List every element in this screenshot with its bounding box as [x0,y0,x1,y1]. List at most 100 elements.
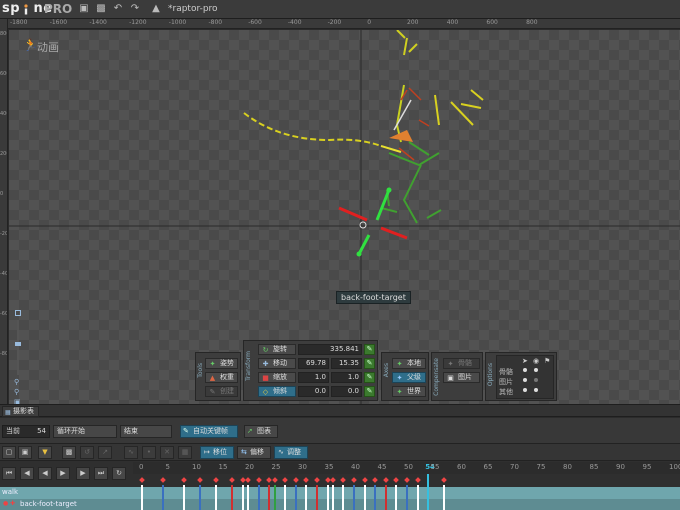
key-all-icon[interactable]: ▩ [62,446,76,459]
option-toggle[interactable] [523,378,527,382]
folder-icon[interactable]: ▣ [78,3,90,15]
keyframe-marker[interactable] [215,485,218,510]
keyframe-marker[interactable] [141,485,143,510]
zoom-handle[interactable] [15,342,21,346]
first-frame-icon[interactable]: ⏮ [2,467,16,480]
keyframe-marker[interactable] [273,485,276,510]
keyframe-marker[interactable] [284,485,287,510]
weights-button[interactable]: ▲ 权重 [205,372,238,383]
move-filter-button[interactable]: ↦ 移位 [200,446,234,459]
linear-icon[interactable]: ↗ [98,446,112,459]
axes-world-button[interactable]: ✦ 世界 [392,386,426,397]
scale-y-value[interactable]: 1.0 [331,372,362,383]
keyframe-marker[interactable] [305,485,308,510]
keyframe-marker[interactable] [294,485,297,510]
rotate-value[interactable]: 335.841 [298,344,362,355]
dopesheet-tab[interactable]: ▦ 摄影表 [2,406,39,417]
loop-start-button[interactable]: 循环开始 [53,425,117,438]
keyframe-marker[interactable] [416,485,419,510]
compensate-images-button[interactable]: ▣ 图片 [443,372,480,383]
rotate-key-button[interactable]: ✎ [364,344,375,355]
keyframe-marker[interactable] [183,485,186,510]
option-toggle[interactable] [534,378,538,382]
option-toggle[interactable] [534,388,538,392]
delete-key-icon[interactable]: ✕ [160,446,174,459]
trash-icon[interactable]: ▦ [178,446,192,459]
translate-y-value[interactable]: 15.35 [331,358,362,369]
axes-parent-button[interactable]: ✦ 父级 [392,372,426,383]
frame-number: 5 [165,463,170,471]
option-toggle[interactable] [523,368,527,372]
keyframe-marker[interactable] [406,485,408,510]
autokey-button[interactable]: ✎ 自动关键帧 [180,425,238,438]
loop-icon[interactable]: ↻ [112,467,126,480]
keyframe-marker[interactable] [331,485,334,510]
keyframe-marker[interactable] [231,485,234,510]
ruler-label: -200 [0,231,8,237]
prev-key-icon[interactable]: ◀ [20,467,34,480]
keyframe-marker[interactable] [353,485,355,510]
keyframe-marker[interactable] [443,485,446,510]
pose-button[interactable]: ✦ 姿势 [205,358,238,369]
copy-key-icon[interactable]: ▢ [2,446,16,459]
shear-x-value[interactable]: 0.0 [298,386,329,397]
bezier-icon[interactable]: • [142,446,156,459]
next-key-icon[interactable]: ▶ [76,467,90,480]
keyframe-marker[interactable] [247,485,249,510]
shear-key-button[interactable]: ✎ [364,386,375,397]
translate-button[interactable]: ✚ 移动 [258,358,296,369]
track-row-back-foot-target[interactable]: ● ✚ back-foot-target [0,499,680,510]
play-icon[interactable]: ▶ [56,467,70,480]
keyframe-marker[interactable] [315,485,318,510]
rotate-button[interactable]: ↻ 旋转 [258,344,296,355]
pose-icon: ✦ [209,360,216,368]
tail-bones [243,112,382,147]
keyframe-marker[interactable] [384,485,387,510]
adjust-button[interactable]: ∿ 调整 [274,446,308,459]
paste-key-icon[interactable]: ▣ [18,446,32,459]
last-frame-icon[interactable]: ⏭ [94,467,108,480]
create-button[interactable]: ✎ 创建 [205,386,238,397]
keyframe-marker[interactable] [374,485,377,510]
option-toggle[interactable] [523,388,527,392]
frame-number: 15 [218,463,228,471]
offset-button[interactable]: ⇆ 偏移 [237,446,271,459]
translate-key-button[interactable]: ✎ [364,358,375,369]
current-frame-field[interactable]: 当前 54 [2,425,50,438]
scale-key-button[interactable]: ✎ [364,372,375,383]
keyframe-marker[interactable] [342,485,345,510]
axes-local-button[interactable]: ✦ 本地 [392,358,426,369]
stepped-icon[interactable]: ↺ [80,446,94,459]
timeline-ruler[interactable]: 0 5 10 15 20 25 30 35 40 45 50 54 55 60 65 70 75 80 85 90 95… [133,462,680,474]
filter-icon[interactable]: ▼ [38,446,52,459]
redo-icon[interactable]: ↷ [129,3,141,15]
track-row-walk[interactable]: walk [0,487,680,499]
undo-icon[interactable]: ↶ [112,3,124,15]
scale-x-value[interactable]: 1.0 [298,372,329,383]
shear-y-value[interactable]: 0.0 [331,386,362,397]
shear-button[interactable]: ◇ 倾斜 [258,386,296,397]
save-icon[interactable]: ▩ [95,3,107,15]
translate-x-value[interactable]: 69.78 [298,358,329,369]
option-row-bones: 骨骼 [499,368,513,376]
keyframe-marker[interactable] [241,485,244,510]
graph-button[interactable]: ➚ 图表 [244,425,278,438]
keyframe-marker[interactable] [395,485,398,510]
keyframe-marker[interactable] [257,485,260,510]
zoom-out-icon[interactable]: ⚲ [14,388,19,396]
playhead[interactable] [427,474,430,510]
compensate-bones-button[interactable]: ✦ 骨骼 [443,358,480,369]
zoom-slider[interactable]: ⚲ ⚲ ▣ [13,310,23,404]
keyframe-marker[interactable] [326,485,329,510]
play-reverse-icon[interactable]: ◀ [38,467,52,480]
keyframe-marker[interactable] [199,485,202,510]
project-icon[interactable]: ▲ [150,3,162,15]
keyframe-marker[interactable] [162,485,165,510]
curve-icon[interactable]: ∿ [124,446,138,459]
keyframe-marker[interactable] [363,485,366,510]
zoom-in-icon[interactable]: ⚲ [14,378,19,386]
loop-end-button[interactable]: 结束 [120,425,172,438]
keyframe-marker[interactable] [268,485,271,510]
scale-button[interactable]: ■ 缩放 [258,372,296,383]
option-toggle[interactable] [534,368,538,372]
